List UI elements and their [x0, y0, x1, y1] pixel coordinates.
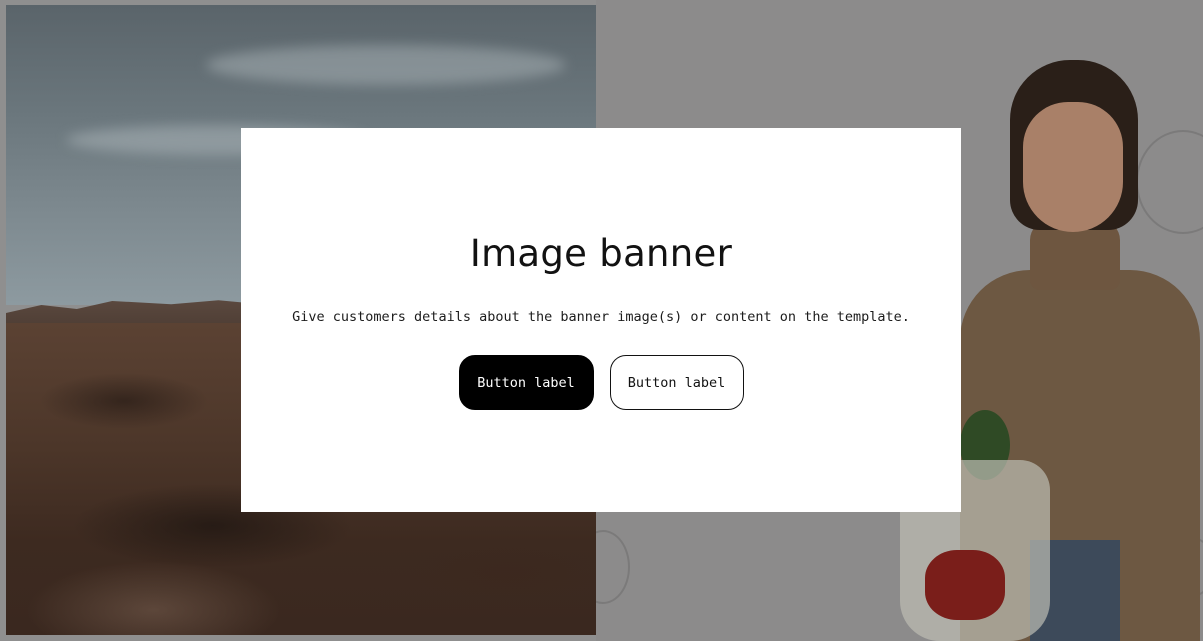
red-pepper	[925, 550, 1005, 620]
banner-description: Give customers details about the banner …	[292, 309, 910, 325]
secondary-button[interactable]: Button label	[609, 355, 744, 410]
image-banner-section: Image banner Give customers details abou…	[0, 0, 1203, 641]
banner-buttons: Button label Button label	[241, 355, 961, 410]
cloud	[206, 45, 566, 85]
banner-content-box: Image banner Give customers details abou…	[241, 128, 961, 512]
vegetable-sketch	[596, 530, 630, 604]
face	[1023, 102, 1123, 232]
banner-heading: Image banner	[469, 232, 733, 275]
primary-button[interactable]: Button label	[458, 355, 594, 410]
